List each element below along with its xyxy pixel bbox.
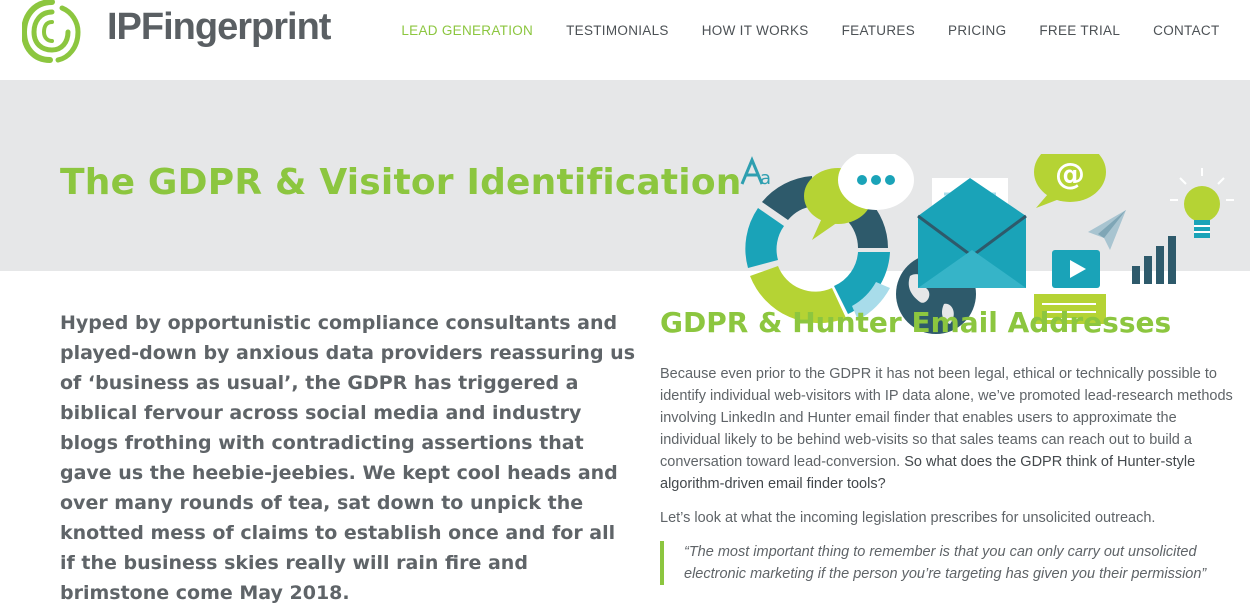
nav-testimonials[interactable]: TESTIMONIALS (550, 22, 686, 40)
page-title: The GDPR & Visitor Identification (60, 162, 742, 203)
section-paragraph-2: Let’s look at what the incoming legislat… (660, 510, 1156, 526)
nav-contact[interactable]: CONTACT (1137, 22, 1236, 40)
video-play-icon (1052, 250, 1100, 288)
legislation-quote: “The most important thing to remember is… (660, 541, 1240, 585)
nav-features[interactable]: FEATURES (825, 22, 931, 40)
main-nav: LEAD GENERATION TESTIMONIALS HOW IT WORK… (385, 22, 1236, 40)
section-paragraph: Because even prior to the GDPR it has no… (660, 363, 1240, 495)
font-icon: a (740, 156, 771, 189)
svg-text:@: @ (1055, 157, 1085, 192)
lightbulb-icon (1170, 168, 1234, 238)
bar-chart-icon (1132, 236, 1176, 284)
nav-pricing[interactable]: PRICING (932, 22, 1023, 40)
fingerprint-logo-icon (20, 0, 81, 63)
intro-paragraph: Hyped by opportunistic compliance consul… (60, 312, 636, 604)
nav-lead-generation[interactable]: LEAD GENERATION (385, 22, 550, 40)
logo-wordmark: IPFingerprint (107, 6, 331, 48)
svg-text:a: a (760, 168, 771, 189)
envelope-icon (917, 178, 1027, 288)
site-header: IPFingerprint LEAD GENERATION TESTIMONIA… (0, 0, 1250, 80)
section-title: GDPR & Hunter Email Addresses (660, 306, 1172, 339)
gdpr-hunter-section: GDPR & Hunter Email Addresses Because ev… (660, 306, 1240, 585)
paper-plane-icon (1088, 210, 1126, 250)
at-sign-icon: @ (1034, 154, 1106, 208)
nav-how-it-works[interactable]: HOW IT WORKS (685, 22, 825, 40)
nav-free-trial[interactable]: FREE TRIAL (1023, 22, 1137, 40)
logo-link[interactable]: IPFingerprint (20, 0, 331, 69)
hero-banner: The GDPR & Visitor Identification a @ (0, 80, 1250, 334)
